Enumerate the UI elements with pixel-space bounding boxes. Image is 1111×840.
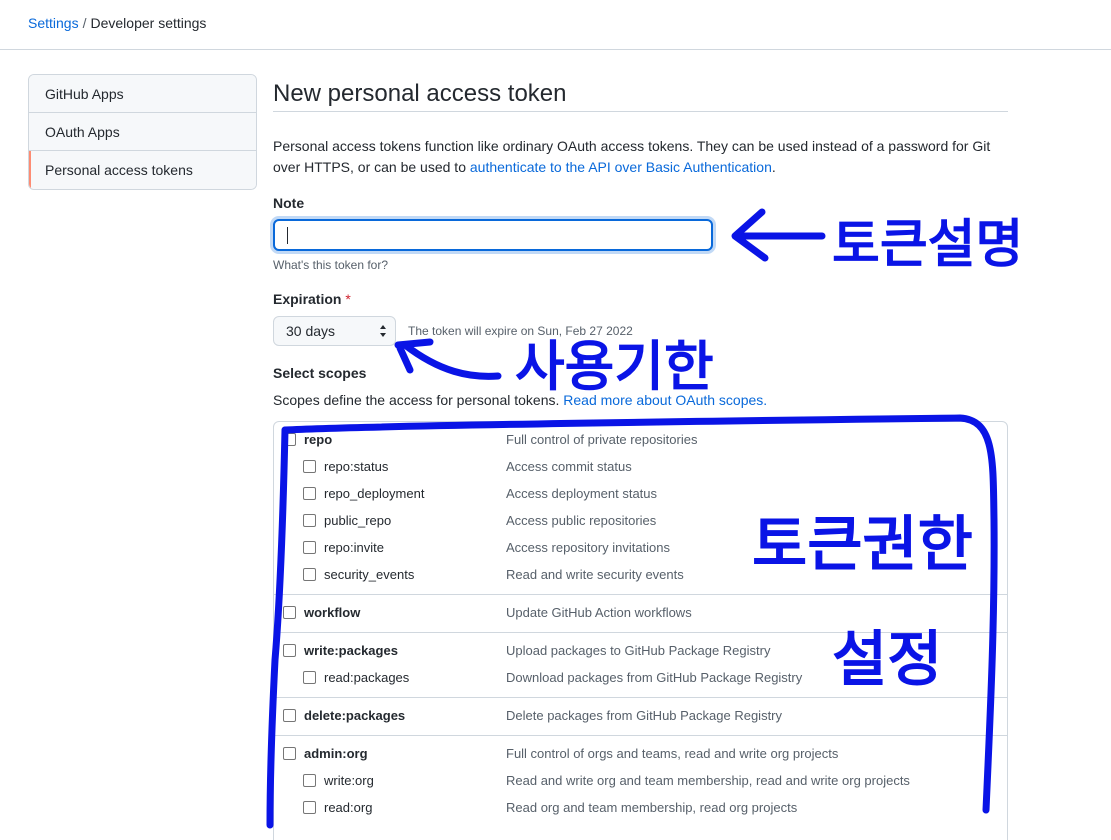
scope-name: public_repo — [324, 513, 392, 528]
scope-description: Read and write security events — [506, 567, 684, 582]
scope-checkbox-write-packages[interactable] — [283, 644, 296, 657]
sidebar-item-oauth-apps[interactable]: OAuth Apps — [29, 113, 256, 151]
sidebar-item-personal-access-tokens[interactable]: Personal access tokens — [29, 151, 256, 189]
scope-row: repo:status Access commit status — [274, 455, 1007, 482]
developer-settings-sidebar: GitHub Apps OAuth Apps Personal access t… — [28, 74, 257, 190]
scope-group-admin-org: admin:org Full control of orgs and teams… — [274, 736, 1007, 827]
scopes-description: Scopes define the access for personal to… — [273, 392, 767, 408]
scope-checkbox-read-org[interactable] — [303, 801, 316, 814]
scope-row: delete:packages Delete packages from Git… — [274, 704, 1007, 731]
scope-checkbox-read-packages[interactable] — [303, 671, 316, 684]
scope-description: Full control of private repositories — [506, 432, 698, 447]
scope-group-repo: repo Full control of private repositorie… — [274, 422, 1007, 595]
scope-name: workflow — [304, 605, 361, 620]
required-marker: * — [345, 291, 351, 307]
breadcrumb-current: Developer settings — [90, 15, 207, 31]
description-suffix: . — [771, 159, 776, 175]
scope-description: Read org and team membership, read org p… — [506, 800, 798, 815]
scope-row: repo_deployment Access deployment status — [274, 482, 1007, 509]
sidebar-item-github-apps[interactable]: GitHub Apps — [29, 75, 256, 113]
breadcrumb: Settings / Developer settings — [28, 15, 206, 31]
select-scopes-heading: Select scopes — [273, 365, 367, 381]
scope-checkbox-repo-invite[interactable] — [303, 541, 316, 554]
expiration-label: Expiration * — [273, 291, 351, 307]
scopes-list: repo Full control of private repositorie… — [273, 421, 1008, 840]
scope-description: Access public repositories — [506, 513, 657, 528]
scope-checkbox-repo[interactable] — [283, 433, 296, 446]
scope-row: security_events Read and write security … — [274, 563, 1007, 590]
scope-row: read:org Read org and team membership, r… — [274, 796, 1007, 823]
scope-checkbox-repo-deployment[interactable] — [303, 487, 316, 500]
scope-checkbox-workflow[interactable] — [283, 606, 296, 619]
select-arrows-icon — [380, 325, 386, 337]
scope-name: read:packages — [324, 670, 410, 685]
breadcrumb-settings-link[interactable]: Settings — [28, 15, 79, 31]
page-description: Personal access tokens function like ord… — [273, 136, 1008, 178]
scope-description: Download packages from GitHub Package Re… — [506, 670, 803, 685]
scope-name: security_events — [324, 567, 415, 582]
scope-group-delete-packages: delete:packages Delete packages from Git… — [274, 698, 1007, 736]
scope-name: admin:org — [304, 746, 368, 761]
expiration-note: The token will expire on Sun, Feb 27 202… — [408, 324, 633, 338]
scope-name: repo:status — [324, 459, 389, 474]
scope-row: read:packages Download packages from Git… — [274, 666, 1007, 693]
scope-description: Update GitHub Action workflows — [506, 605, 692, 620]
basic-auth-link[interactable]: authenticate to the API over Basic Authe… — [470, 159, 772, 175]
scope-checkbox-public-repo[interactable] — [303, 514, 316, 527]
expiration-label-text: Expiration — [273, 291, 342, 307]
scope-row: admin:org Full control of orgs and teams… — [274, 742, 1007, 769]
breadcrumb-separator: / — [82, 15, 87, 31]
oauth-scopes-link[interactable]: Read more about OAuth scopes. — [563, 392, 767, 408]
scope-name: repo_deployment — [324, 486, 425, 501]
scope-row: workflow Update GitHub Action workflows — [274, 601, 1007, 628]
scope-checkbox-repo-status[interactable] — [303, 460, 316, 473]
scope-checkbox-delete-packages[interactable] — [283, 709, 296, 722]
scope-description: Access repository invitations — [506, 540, 671, 555]
scope-description: Access deployment status — [506, 486, 658, 501]
scope-name: repo:invite — [324, 540, 384, 555]
scope-checkbox-write-org[interactable] — [303, 774, 316, 787]
expiration-selected-value: 30 days — [286, 323, 336, 339]
main-content: New personal access token Personal acces… — [273, 74, 1008, 840]
scope-row: public_repo Access public repositories — [274, 509, 1007, 536]
scopes-description-text: Scopes define the access for personal to… — [273, 392, 564, 408]
scope-row: repo:invite Access repository invitation… — [274, 536, 1007, 563]
scope-row: write:org Read and write org and team me… — [274, 769, 1007, 796]
scope-description: Upload packages to GitHub Package Regist… — [506, 643, 771, 658]
scope-name: delete:packages — [304, 708, 406, 723]
page-title: New personal access token — [273, 74, 1008, 112]
note-input[interactable] — [273, 219, 713, 251]
annotation-expiration-text: 사용기한 — [515, 335, 714, 398]
scope-description: Delete packages from GitHub Package Regi… — [506, 708, 783, 723]
scope-group-write-packages: write:packages Upload packages to GitHub… — [274, 633, 1007, 698]
note-label: Note — [273, 195, 305, 211]
annotation-note-text: 토큰설명 — [832, 215, 1023, 275]
expiration-select[interactable]: 30 days — [273, 316, 396, 346]
scope-name: repo — [304, 432, 333, 447]
scope-description: Access commit status — [506, 459, 632, 474]
expiration-arrow-icon — [401, 341, 502, 380]
text-caret — [287, 227, 288, 244]
top-bar: Settings / Developer settings — [0, 0, 1111, 50]
scope-description: Full control of orgs and teams, read and… — [506, 746, 839, 761]
scope-checkbox-security-events[interactable] — [303, 568, 316, 581]
scope-checkbox-admin-org[interactable] — [283, 747, 296, 760]
scope-name: write:org — [324, 773, 374, 788]
scope-row: repo Full control of private repositorie… — [274, 428, 1007, 455]
scope-name: write:packages — [304, 643, 398, 658]
scope-row: write:packages Upload packages to GitHub… — [274, 639, 1007, 666]
note-hint: What's this token for? — [273, 258, 389, 272]
scope-name: read:org — [324, 800, 373, 815]
scope-description: Read and write org and team membership, … — [506, 773, 910, 788]
scope-group-workflow: workflow Update GitHub Action workflows — [274, 595, 1007, 633]
